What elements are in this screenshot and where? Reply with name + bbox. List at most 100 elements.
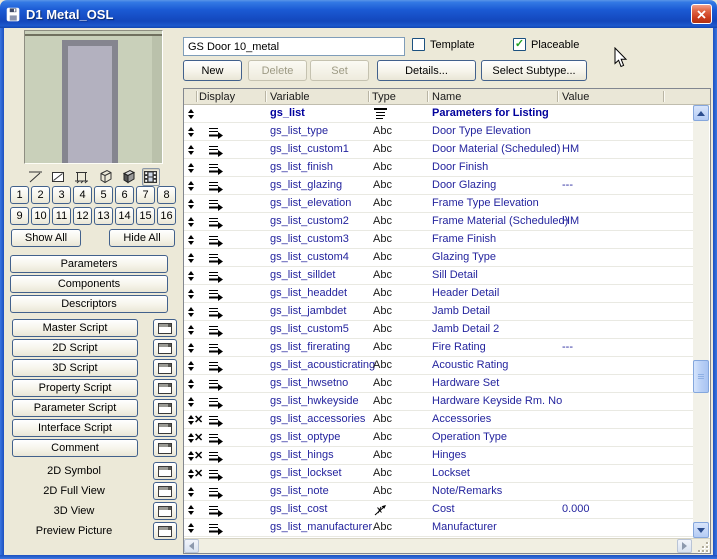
hatch-2d-icon[interactable] [50, 168, 68, 186]
parameter-script-button[interactable]: Parameter Script [12, 399, 138, 417]
reorder-handle-icon[interactable] [188, 325, 194, 335]
number-button-8[interactable]: 8 [157, 186, 176, 204]
resize-grip[interactable] [695, 540, 710, 554]
number-button-10[interactable]: 10 [31, 207, 50, 225]
display-in-list-icon[interactable] [208, 378, 224, 394]
3d-script-button[interactable]: 3D Script [12, 359, 138, 377]
param-row-gs_list_finish[interactable]: gs_list_finish Abc Door Finish [184, 159, 694, 177]
display-in-list-icon[interactable] [208, 522, 224, 538]
scroll-up-button[interactable] [693, 105, 709, 121]
reorder-handle-icon[interactable] [188, 487, 194, 497]
descriptors-button[interactable]: Descriptors [10, 295, 168, 313]
reorder-handle-icon[interactable] [188, 505, 194, 515]
param-row-gs_list_optype[interactable]: ✕ gs_list_optype Abc Operation Type [184, 429, 694, 447]
reorder-handle-icon[interactable] [188, 343, 194, 353]
2d-script-window-button[interactable] [153, 339, 177, 357]
number-button-4[interactable]: 4 [73, 186, 92, 204]
display-in-list-icon[interactable] [208, 342, 224, 358]
reorder-handle-icon[interactable] [188, 397, 194, 407]
param-row-gs_list_glazing[interactable]: gs_list_glazing Abc Door Glazing --- [184, 177, 694, 195]
param-row-gs_list[interactable]: gs_list Parameters for Listing [184, 105, 694, 123]
number-button-3[interactable]: 3 [52, 186, 71, 204]
display-in-list-icon[interactable] [208, 450, 224, 466]
param-row-gs_list_custom2[interactable]: gs_list_custom2 Abc Frame Material (Schedu… [184, 213, 694, 231]
number-button-7[interactable]: 7 [136, 186, 155, 204]
display-in-list-icon[interactable] [208, 360, 224, 376]
2d-full-view-window-button[interactable] [153, 482, 177, 500]
comment-window-button[interactable] [153, 439, 177, 457]
param-row-gs_list_hwkeyside[interactable]: gs_list_hwkeyside Abc Hardware Keyside Rm.… [184, 393, 694, 411]
show-all-button[interactable]: Show All [11, 229, 81, 247]
film-preview-icon[interactable] [141, 167, 160, 186]
display-in-list-icon[interactable] [208, 144, 224, 160]
horizontal-scrollbar[interactable] [184, 538, 710, 553]
comment-button[interactable]: Comment [12, 439, 138, 457]
reorder-handle-icon[interactable] [188, 253, 194, 263]
parameter-script-window-button[interactable] [153, 399, 177, 417]
reorder-handle-icon[interactable] [188, 109, 194, 119]
display-in-list-icon[interactable] [208, 306, 224, 322]
param-row-gs_list_firerating[interactable]: gs_list_firerating Abc Fire Rating --- [184, 339, 694, 357]
details-button[interactable]: Details... [377, 60, 476, 81]
number-button-5[interactable]: 5 [94, 186, 113, 204]
display-in-list-icon[interactable] [208, 468, 224, 484]
number-button-9[interactable]: 9 [10, 207, 29, 225]
master-script-window-button[interactable] [153, 319, 177, 337]
wire-3d-cube-icon[interactable] [96, 168, 114, 186]
table-header[interactable]: Display Variable Type Name Value [184, 89, 710, 105]
interface-script-window-button[interactable] [153, 419, 177, 437]
scroll-right-button[interactable] [677, 539, 692, 553]
display-in-list-icon[interactable] [208, 198, 224, 214]
display-in-list-icon[interactable] [208, 486, 224, 502]
reorder-handle-icon[interactable] [188, 235, 194, 245]
reorder-handle-icon[interactable] [188, 523, 194, 533]
param-row-gs_list_headdet[interactable]: gs_list_headdet Abc Header Detail [184, 285, 694, 303]
param-row-gs_list_hwsetno[interactable]: gs_list_hwsetno Abc Hardware Set [184, 375, 694, 393]
2d-symbol-window-button[interactable] [153, 462, 177, 480]
param-row-gs_list_lockset[interactable]: ✕ gs_list_lockset Abc Lockset [184, 465, 694, 483]
reorder-handle-icon[interactable] [188, 145, 194, 155]
title-bar[interactable]: D1 Metal_OSL [0, 0, 717, 28]
reorder-handle-icon[interactable] [188, 379, 194, 389]
param-row-gs_list_cost[interactable]: gs_list_cost Cost 0.000 [184, 501, 694, 519]
number-button-13[interactable]: 13 [94, 207, 113, 225]
param-row-gs_list_accessories[interactable]: ✕ gs_list_accessories Abc Accessories [184, 411, 694, 429]
param-row-gs_list_note[interactable]: gs_list_note Abc Note/Remarks [184, 483, 694, 501]
param-row-gs_list_custom4[interactable]: gs_list_custom4 Abc Glazing Type [184, 249, 694, 267]
display-in-list-icon[interactable] [208, 504, 224, 520]
property-script-window-button[interactable] [153, 379, 177, 397]
number-button-1[interactable]: 1 [10, 186, 29, 204]
reorder-handle-icon[interactable] [188, 361, 194, 371]
scroll-left-button[interactable] [184, 539, 199, 553]
display-in-list-icon[interactable] [208, 234, 224, 250]
param-row-gs_list_custom5[interactable]: gs_list_custom5 Abc Jamb Detail 2 [184, 321, 694, 339]
scroll-down-button[interactable] [693, 522, 709, 538]
master-script-button[interactable]: Master Script [12, 319, 138, 337]
preview-picture-window-button[interactable] [153, 522, 177, 540]
2d-script-button[interactable]: 2D Script [12, 339, 138, 357]
number-button-2[interactable]: 2 [31, 186, 50, 204]
display-in-list-icon[interactable] [208, 324, 224, 340]
solid-3d-cube-icon[interactable] [119, 168, 137, 186]
object-name-input[interactable] [183, 37, 405, 56]
param-row-gs_list_silldet[interactable]: gs_list_silldet Abc Sill Detail [184, 267, 694, 285]
number-button-11[interactable]: 11 [52, 207, 71, 225]
parameters-button[interactable]: Parameters [10, 255, 168, 273]
param-row-gs_list_acousticrating[interactable]: gs_list_acousticrating Abc Acoustic Rating [184, 357, 694, 375]
reorder-handle-icon[interactable] [188, 127, 194, 137]
hide-all-button[interactable]: Hide All [109, 229, 175, 247]
close-button[interactable] [691, 4, 712, 24]
reorder-handle-icon[interactable] [188, 163, 194, 173]
param-row-gs_list_hings[interactable]: ✕ gs_list_hings Abc Hinges [184, 447, 694, 465]
param-row-gs_list_custom3[interactable]: gs_list_custom3 Abc Frame Finish [184, 231, 694, 249]
display-in-list-icon[interactable] [208, 126, 224, 142]
section-icon[interactable] [73, 168, 91, 186]
reorder-handle-icon[interactable] [188, 217, 194, 227]
display-in-list-icon[interactable] [208, 432, 224, 448]
property-script-button[interactable]: Property Script [12, 379, 138, 397]
display-in-list-icon[interactable] [208, 180, 224, 196]
reorder-handle-icon[interactable] [188, 307, 194, 317]
display-in-list-icon[interactable] [208, 396, 224, 412]
display-in-list-icon[interactable] [208, 414, 224, 430]
new-button[interactable]: New [183, 60, 242, 81]
